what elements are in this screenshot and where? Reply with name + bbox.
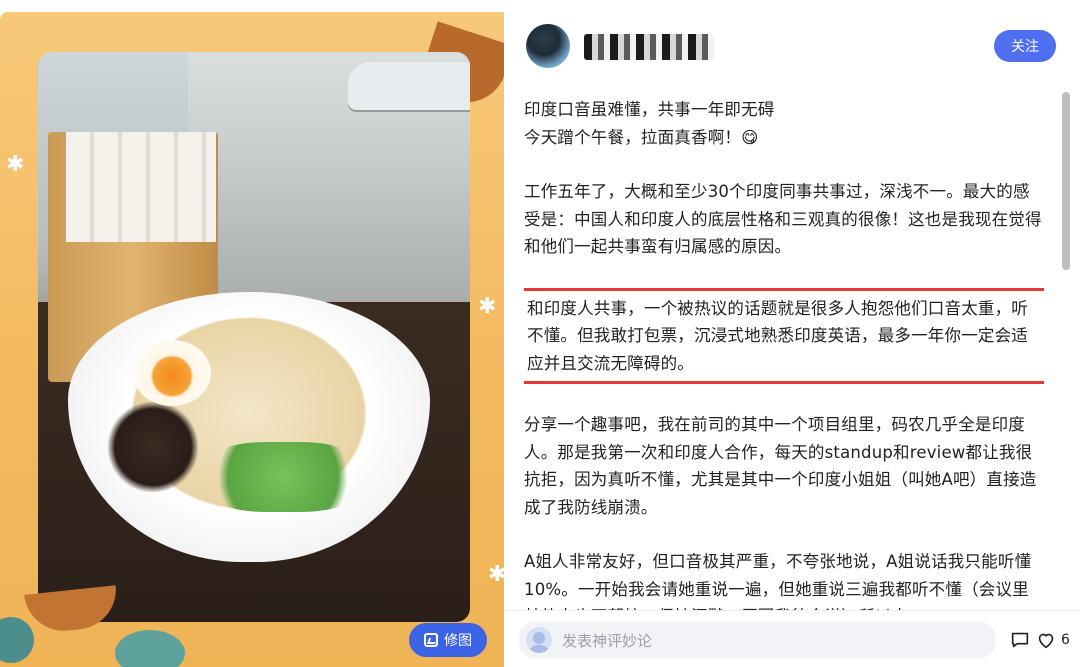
content-scrollbar[interactable] xyxy=(1061,90,1071,610)
heart-icon[interactable] xyxy=(1035,629,1057,651)
edit-image-button[interactable]: 修图 xyxy=(409,623,487,657)
star-decoration: ✱ xyxy=(488,562,504,587)
comment-input[interactable]: 发表神评妙论 xyxy=(518,621,996,659)
user-avatar-icon xyxy=(526,627,552,653)
image-edit-icon xyxy=(424,633,438,647)
follow-button[interactable]: 关注 xyxy=(994,30,1056,62)
comment-bar: 发表神评妙论 6 xyxy=(504,610,1080,667)
post-paragraph: 工作五年了，大概和至少30个印度同事共事过，深浅不一。最大的感受是：中国人和印度… xyxy=(524,182,1042,256)
post-paragraph: 分享一个趣事吧，我在前司的其中一个项目组里，码农几乎全是印度人。那是我第一次和印… xyxy=(524,415,1037,517)
comment-icon[interactable] xyxy=(1009,629,1031,651)
author-avatar[interactable] xyxy=(526,24,570,68)
post-detail-window: ✱ ✱ ✱ 修图 关注 印度口音虽难懂，共事一年即无碍 今天蹭个午餐，拉面真香啊… xyxy=(0,0,1080,667)
post-header: 关注 xyxy=(504,12,1080,84)
post-content[interactable]: 印度口音虽难懂，共事一年即无碍 今天蹭个午餐，拉面真香啊！😋 工作五年了，大概和… xyxy=(524,96,1044,622)
like-count: 6 xyxy=(1061,632,1070,648)
photo-green-onion xyxy=(198,442,368,512)
photo-car xyxy=(348,62,470,110)
comment-placeholder: 发表神评妙论 xyxy=(562,631,653,650)
scrollbar-thumb[interactable] xyxy=(1062,92,1070,270)
star-decoration: ✱ xyxy=(478,294,497,319)
photo-cards xyxy=(66,132,216,242)
ramen-photo[interactable] xyxy=(38,52,470,622)
post-paragraph-highlighted: 和印度人共事，一个被热议的话题就是很多人抱怨他们口音太重，听不懂。但我敢打包票，… xyxy=(524,287,1044,384)
photo-egg xyxy=(133,340,211,406)
photo-mushroom xyxy=(108,402,198,492)
post-panel: 关注 印度口音虽难懂，共事一年即无碍 今天蹭个午餐，拉面真香啊！😋 工作五年了，… xyxy=(504,12,1080,667)
star-decoration: ✱ xyxy=(6,152,25,177)
photo-window-scene xyxy=(188,52,470,302)
edit-image-label: 修图 xyxy=(444,633,472,649)
post-actions: 6 xyxy=(1009,629,1070,651)
author-name[interactable] xyxy=(584,34,714,60)
image-panel: ✱ ✱ ✱ 修图 xyxy=(0,12,504,667)
post-paragraph: 印度口音虽难懂，共事一年即无碍 今天蹭个午餐，拉面真香啊！😋 xyxy=(524,100,775,147)
